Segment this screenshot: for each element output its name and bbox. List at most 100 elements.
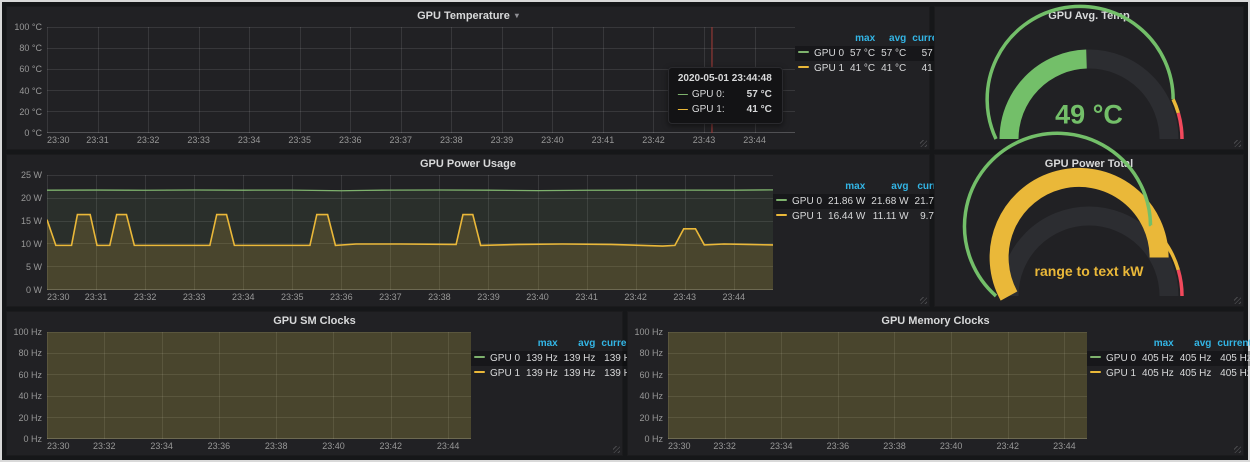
y-axis-tick-label: 60 Hz: [18, 370, 42, 380]
y-axis-tick-label: 80 °C: [19, 43, 42, 53]
panel-resize-handle[interactable]: [920, 140, 927, 147]
legend-value: 41 °C: [878, 61, 909, 76]
x-axis-tick-label: 23:32: [137, 135, 160, 145]
legend-value: 405 Hz: [1177, 366, 1215, 381]
legend-header-current[interactable]: current: [1214, 337, 1250, 351]
sm-clocks-legend: maxavgcurrentGPU 0139 Hz139 Hz139 HzGPU …: [471, 332, 618, 453]
legend-header-avg[interactable]: avg: [561, 337, 599, 351]
x-axis-tick-label: 23:40: [940, 441, 963, 451]
legend-header-avg[interactable]: avg: [878, 32, 909, 46]
x-axis-tick-label: 23:32: [93, 441, 116, 451]
avg-temp-gauge: 49 °C: [935, 25, 1243, 149]
y-axis-tick-label: 20 Hz: [18, 413, 42, 423]
y-axis-tick-label: 0 °C: [24, 128, 42, 138]
chevron-down-icon[interactable]: ▾: [515, 12, 519, 20]
x-axis-tick-label: 23:30: [47, 292, 70, 302]
x-axis-tick-label: 23:44: [437, 441, 460, 451]
legend-value: 405 Hz: [1214, 366, 1250, 381]
series-color-icon: [798, 51, 809, 53]
legend-row: GPU 0139 Hz139 Hz139 Hz: [471, 351, 639, 366]
y-axis-tick-label: 15 W: [21, 216, 42, 226]
chart-tooltip: 2020-05-01 23:44:48 — GPU 0: 57 °C — GPU…: [668, 67, 783, 124]
x-axis-tick-label: 23:43: [673, 292, 696, 302]
x-axis-tick-label: 23:38: [883, 441, 906, 451]
x-axis-tick-label: 23:41: [592, 135, 615, 145]
panel-gpu-temperature: GPU Temperature ▾ 100 °C80 °C60 °C40 °C2…: [6, 6, 930, 150]
y-axis-tick-label: 5 W: [26, 262, 42, 272]
x-axis-tick-label: 23:37: [379, 292, 402, 302]
series-dash-icon: —: [678, 102, 688, 117]
sm-clocks-plot-area[interactable]: [47, 332, 471, 439]
x-axis-tick-label: 23:37: [390, 135, 413, 145]
legend-series-name[interactable]: GPU 1: [792, 211, 822, 222]
x-axis-tick-label: 23:36: [339, 135, 362, 145]
gpu-temperature-title[interactable]: GPU Temperature ▾: [7, 7, 929, 25]
series-color-icon: [776, 199, 787, 201]
x-axis-tick-label: 23:31: [86, 135, 109, 145]
legend-header-max[interactable]: max: [1139, 337, 1177, 351]
x-axis-tick-label: 23:35: [281, 292, 304, 302]
legend-row: GPU 0405 Hz405 Hz405 Hz: [1087, 351, 1250, 366]
legend-header-avg[interactable]: avg: [1177, 337, 1215, 351]
y-axis-tick-label: 60 Hz: [639, 370, 663, 380]
dashboard-row-1: GPU Temperature ▾ 100 °C80 °C60 °C40 °C2…: [6, 6, 1244, 150]
legend-value: 405 Hz: [1139, 351, 1177, 366]
dashboard-row-3: GPU SM Clocks 100 Hz80 Hz60 Hz40 Hz20 Hz…: [6, 311, 1244, 456]
panel-resize-handle[interactable]: [920, 297, 927, 304]
legend-header-avg[interactable]: avg: [868, 180, 911, 194]
series-color-icon: [474, 356, 485, 358]
x-axis-tick-label: 23:39: [491, 135, 514, 145]
y-axis-tick-label: 80 Hz: [18, 348, 42, 358]
power-plot-area[interactable]: [47, 175, 773, 290]
x-axis-tick-label: 23:38: [428, 292, 451, 302]
legend-header-max[interactable]: max: [523, 337, 561, 351]
sm-clocks-x-axis: 23:3023:3223:3423:3623:3823:4023:4223:44: [47, 439, 471, 453]
legend-series-name[interactable]: GPU 0: [792, 196, 822, 207]
memory-clocks-y-axis: 100 Hz80 Hz60 Hz40 Hz20 Hz0 Hz: [632, 332, 668, 439]
memory-clocks-plot-area[interactable]: [668, 332, 1087, 439]
legend-series-name[interactable]: GPU 0: [814, 48, 844, 59]
x-axis-tick-label: 23:38: [440, 135, 463, 145]
x-axis-tick-label: 23:42: [642, 135, 665, 145]
legend-value: 139 Hz: [561, 351, 599, 366]
x-axis-tick-label: 23:40: [322, 441, 345, 451]
gpu-memory-clocks-title: GPU Memory Clocks: [628, 312, 1243, 330]
temperature-y-axis: 100 °C80 °C60 °C40 °C20 °C0 °C: [11, 27, 47, 133]
panel-resize-handle[interactable]: [1234, 140, 1241, 147]
legend-series-name[interactable]: GPU 0: [490, 353, 520, 364]
legend-value: 57 °C: [878, 46, 909, 61]
x-axis-tick-label: 23:43: [693, 135, 716, 145]
gpu-power-usage-title: GPU Power Usage: [7, 155, 929, 173]
legend-series-name[interactable]: GPU 1: [490, 368, 520, 379]
panel-resize-handle[interactable]: [1234, 446, 1241, 453]
x-axis-tick-label: 23:44: [743, 135, 766, 145]
panel-resize-handle[interactable]: [1234, 297, 1241, 304]
x-axis-tick-label: 23:30: [47, 441, 70, 451]
legend-series-name[interactable]: GPU 1: [1106, 368, 1136, 379]
tooltip-series-name: GPU 1:: [692, 102, 725, 117]
panel-title-text: GPU SM Clocks: [273, 315, 356, 327]
power-y-axis: 25 W20 W15 W10 W5 W0 W: [11, 175, 47, 290]
y-axis-tick-label: 20 W: [21, 193, 42, 203]
x-axis-tick-label: 23:38: [265, 441, 288, 451]
x-axis-tick-label: 23:34: [150, 441, 173, 451]
legend-header-max[interactable]: max: [825, 180, 868, 194]
legend-row: GPU 1405 Hz405 Hz405 Hz: [1087, 366, 1250, 381]
temperature-plot-area[interactable]: 2020-05-01 23:44:48 — GPU 0: 57 °C — GPU…: [47, 27, 795, 133]
panel-resize-handle[interactable]: [613, 446, 620, 453]
legend-series-name[interactable]: GPU 0: [1106, 353, 1136, 364]
y-axis-tick-label: 40 Hz: [639, 391, 663, 401]
x-axis-tick-label: 23:40: [526, 292, 549, 302]
series-dash-icon: —: [678, 87, 688, 102]
y-axis-tick-label: 80 Hz: [639, 348, 663, 358]
panel-title-text: GPU Temperature: [417, 10, 510, 22]
panel-gpu-sm-clocks: GPU SM Clocks 100 Hz80 Hz60 Hz40 Hz20 Hz…: [6, 311, 623, 456]
x-axis-tick-label: 23:41: [575, 292, 598, 302]
x-axis-tick-label: 23:36: [330, 292, 353, 302]
tooltip-row: — GPU 1: 41 °C: [678, 102, 772, 117]
legend-row: GPU 021.86 W21.68 W21.77 W: [773, 194, 955, 209]
legend-header-max[interactable]: max: [847, 32, 878, 46]
legend-series-name[interactable]: GPU 1: [814, 63, 844, 74]
x-axis-tick-label: 23:32: [134, 292, 157, 302]
x-axis-tick-label: 23:35: [288, 135, 311, 145]
